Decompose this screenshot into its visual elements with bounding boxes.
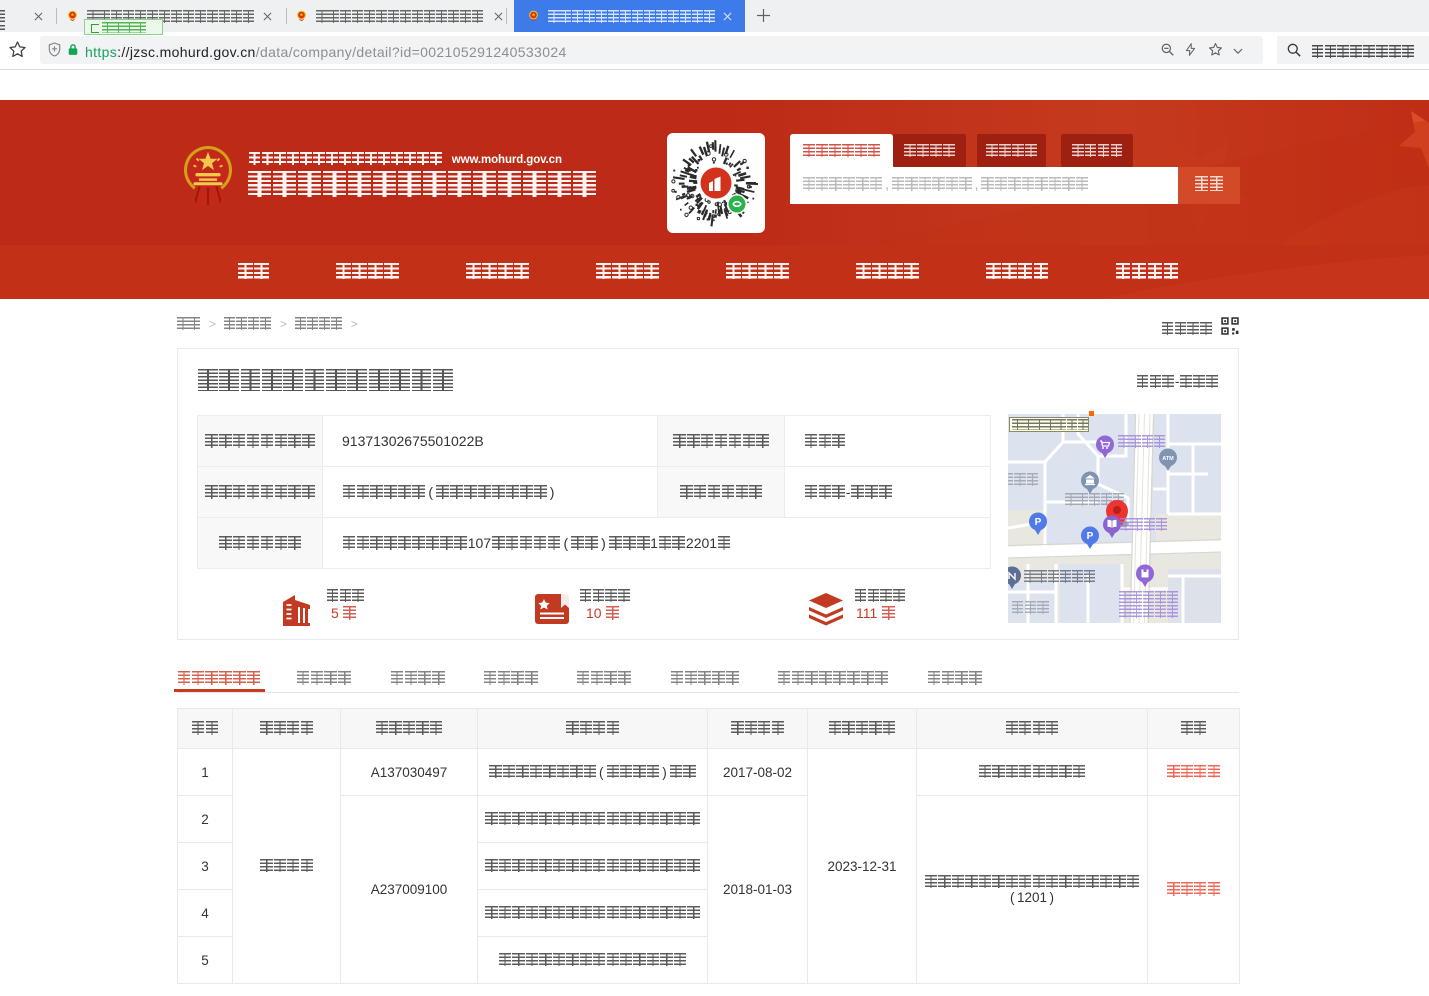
svg-text:P: P — [1035, 517, 1042, 528]
svg-text:P: P — [1087, 531, 1094, 542]
svg-text:ATM: ATM — [1162, 456, 1174, 462]
